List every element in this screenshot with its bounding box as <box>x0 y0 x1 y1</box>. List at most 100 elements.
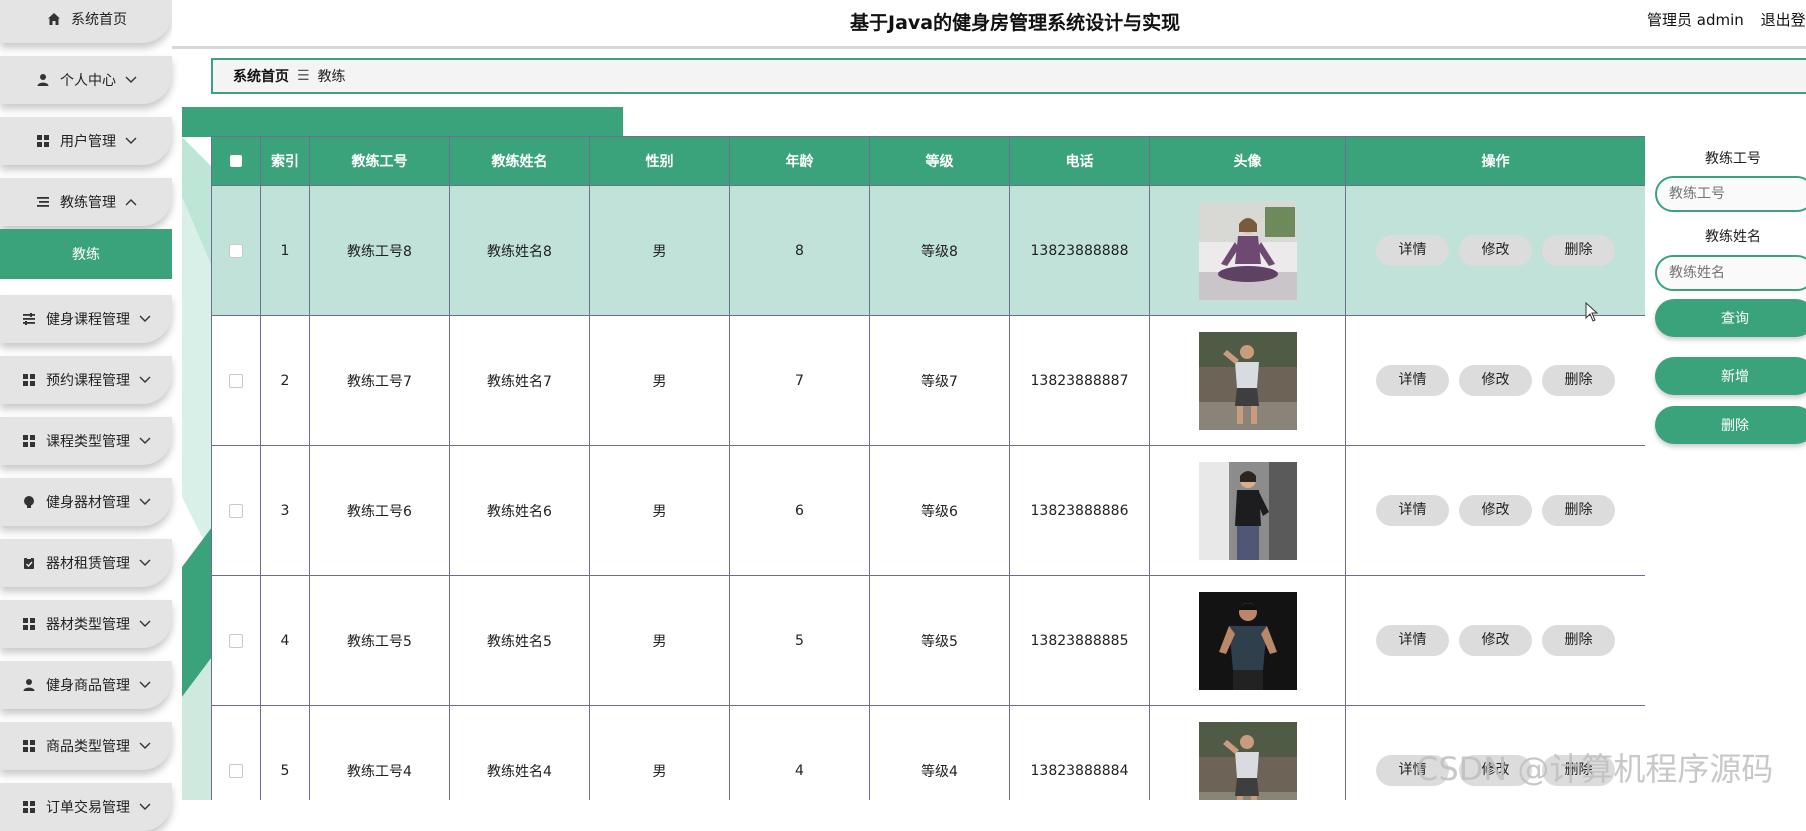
table-row[interactable]: 3 教练工号6 教练姓名6 男 6 等级6 13823888886 详情 修改 删除 <box>211 445 1645 576</box>
detail-button[interactable]: 详情 <box>1376 365 1449 396</box>
sidebar-item[interactable]: 商品类型管理 <box>0 722 172 770</box>
sidebar-item-label: 健身课程管理 <box>46 312 130 328</box>
grid-icon <box>20 371 38 389</box>
edit-button[interactable]: 修改 <box>1459 365 1532 396</box>
cell-phone: 13823888887 <box>1009 315 1150 446</box>
cell-phone: 13823888888 <box>1009 185 1150 316</box>
edit-button[interactable]: 修改 <box>1459 625 1532 656</box>
cell-index: 3 <box>260 445 310 576</box>
chevron-down-icon <box>138 739 152 753</box>
sidebar-item[interactable]: 课程类型管理 <box>0 417 172 465</box>
sliders-icon <box>20 310 38 328</box>
chevron-down-icon <box>138 312 152 326</box>
coach-avatar-image <box>1198 461 1297 560</box>
cell-index: 5 <box>260 705 310 800</box>
sidebar-item[interactable]: 健身课程管理 <box>0 295 172 343</box>
row-select-cell[interactable] <box>211 705 261 800</box>
sidebar-item[interactable]: 用户管理 <box>0 117 172 165</box>
row-checkbox[interactable] <box>229 373 243 388</box>
column-header: 等级 <box>869 136 1010 186</box>
app-title: 基于Java的健身房管理系统设计与实现 <box>850 12 1181 34</box>
coach-avatar-image <box>1198 721 1297 800</box>
chevron-down-icon <box>138 678 152 692</box>
breadcrumb: 系统首页 ☰ 教练 <box>211 58 1806 94</box>
cell-age: 6 <box>729 445 870 576</box>
detail-button[interactable]: 详情 <box>1376 235 1449 266</box>
row-checkbox[interactable] <box>229 243 243 258</box>
row-checkbox[interactable] <box>229 503 243 518</box>
cell-gender: 男 <box>589 705 730 800</box>
cell-actions: 详情 修改 删除 <box>1345 185 1645 316</box>
sidebar-item-label: 系统首页 <box>71 12 127 28</box>
table-row[interactable]: 4 教练工号5 教练姓名5 男 5 等级5 13823888885 详情 修改 删除 <box>211 575 1645 706</box>
chevron-down-icon <box>124 134 138 148</box>
chevron-up-icon <box>124 195 138 209</box>
row-checkbox[interactable] <box>229 633 243 648</box>
row-select-cell[interactable] <box>211 575 261 706</box>
column-header: 头像 <box>1149 136 1346 186</box>
coach-code-input[interactable] <box>1655 176 1806 212</box>
cell-phone: 13823888886 <box>1009 445 1150 576</box>
cell-phone: 13823888885 <box>1009 575 1150 706</box>
select-all-checkbox[interactable] <box>230 155 242 167</box>
chevron-down-icon <box>138 800 152 814</box>
delete-button[interactable]: 删除 <box>1542 365 1615 396</box>
sidebar-item[interactable]: 健身商品管理 <box>0 661 172 709</box>
cell-index: 1 <box>260 185 310 316</box>
coach-table: 索引 教练工号 教练姓名 性别 年龄 等级 电话 头像 操作 1 教练工号8 教练姓… <box>211 136 1645 800</box>
coach-avatar-image <box>1198 201 1297 300</box>
breadcrumb-home[interactable]: 系统首页 <box>233 66 289 86</box>
home-icon <box>45 10 63 28</box>
query-button[interactable]: 查询 <box>1655 299 1806 337</box>
sidebar-subitem-coach[interactable]: 教练 <box>0 229 172 279</box>
cell-gender: 男 <box>589 445 730 576</box>
delete-button[interactable]: 删除 <box>1542 625 1615 656</box>
sidebar-item-label: 用户管理 <box>60 134 116 150</box>
watermark: CSDN @计算机程序源码 <box>1416 750 1774 788</box>
edit-button[interactable]: 修改 <box>1459 235 1532 266</box>
coach-name-input[interactable] <box>1655 255 1806 291</box>
batch-delete-button[interactable]: 删除 <box>1655 406 1806 444</box>
delete-button[interactable]: 删除 <box>1542 495 1615 526</box>
row-select-cell[interactable] <box>211 315 261 446</box>
sidebar-item-label: 课程类型管理 <box>46 434 130 450</box>
detail-button[interactable]: 详情 <box>1376 495 1449 526</box>
sidebar-item[interactable]: 预约课程管理 <box>0 356 172 404</box>
select-all-header[interactable] <box>211 136 261 186</box>
row-checkbox[interactable] <box>229 763 243 778</box>
cell-avatar <box>1149 705 1346 800</box>
sidebar-item-label: 预约课程管理 <box>46 373 130 389</box>
sidebar-item[interactable]: 教练管理 <box>0 178 172 226</box>
sidebar-item[interactable]: 健身器材管理 <box>0 478 172 526</box>
top-header: 基于Java的健身房管理系统设计与实现 管理员 admin 退出登录 <box>172 0 1806 49</box>
sidebar-item[interactable]: 器材租赁管理 <box>0 539 172 587</box>
detail-button[interactable]: 详情 <box>1376 625 1449 656</box>
row-select-cell[interactable] <box>211 445 261 576</box>
sidebar-item-label: 器材租赁管理 <box>46 556 130 572</box>
cell-avatar <box>1149 185 1346 316</box>
logout-link[interactable]: 退出登录 <box>1761 11 1806 29</box>
sidebar-item[interactable]: 系统首页 <box>0 0 172 43</box>
sidebar-item[interactable]: 器材类型管理 <box>0 600 172 648</box>
clipboard-icon <box>20 554 38 572</box>
grid-icon <box>20 737 38 755</box>
cell-age: 4 <box>729 705 870 800</box>
cell-coach-code: 教练工号8 <box>309 185 450 316</box>
delete-button[interactable]: 删除 <box>1542 235 1615 266</box>
cell-avatar <box>1149 315 1346 446</box>
table-row[interactable]: 2 教练工号7 教练姓名7 男 7 等级7 13823888887 详情 修改 删除 <box>211 315 1645 446</box>
add-button[interactable]: 新增 <box>1655 357 1806 395</box>
column-header: 教练工号 <box>309 136 450 186</box>
sidebar-item[interactable]: 订单交易管理 <box>0 783 172 831</box>
user-label: 管理员 admin <box>1647 11 1744 29</box>
table-row[interactable]: 1 教练工号8 教练姓名8 男 8 等级8 13823888888 详情 修改 删除 <box>211 185 1645 316</box>
sidebar-item-label: 器材类型管理 <box>46 617 130 633</box>
cell-age: 5 <box>729 575 870 706</box>
edit-button[interactable]: 修改 <box>1459 495 1532 526</box>
decorative-background <box>182 137 212 800</box>
chevron-down-icon <box>138 556 152 570</box>
row-select-cell[interactable] <box>211 185 261 316</box>
sidebar-item[interactable]: 个人中心 <box>0 56 172 104</box>
cell-coach-code: 教练工号6 <box>309 445 450 576</box>
cell-level: 等级7 <box>869 315 1010 446</box>
